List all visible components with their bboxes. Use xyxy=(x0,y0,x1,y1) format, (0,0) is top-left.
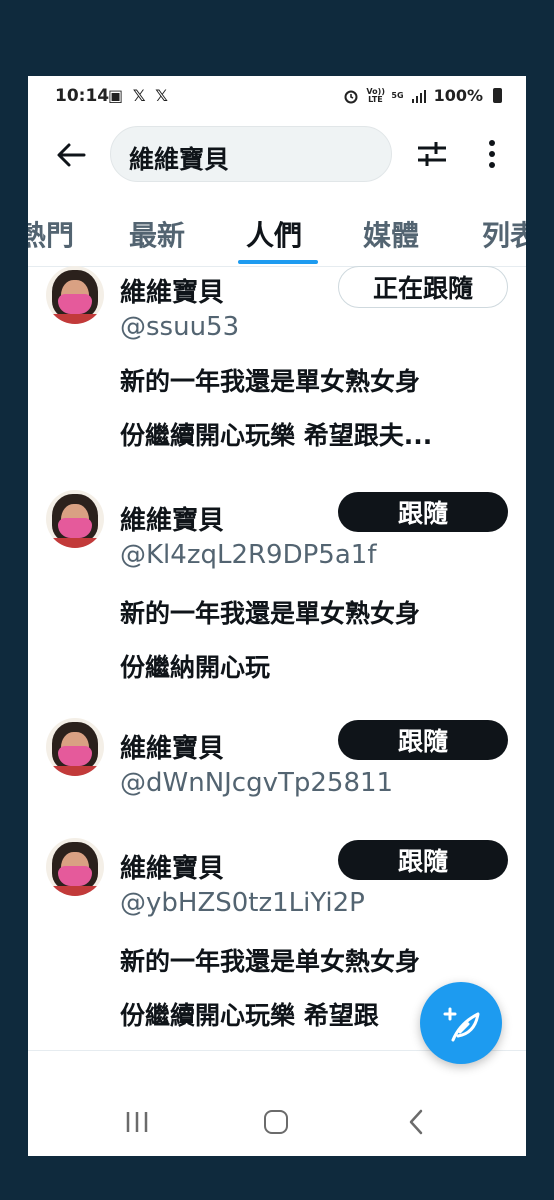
user-handle: @Kl4zqL2R9DP5a1f xyxy=(120,540,377,570)
user-bio-line: 新的一年我還是單女熟女身 xyxy=(120,367,421,396)
user-display-name: 維維寶貝 xyxy=(120,278,225,308)
avatar[interactable] xyxy=(46,266,104,324)
tab-latest[interactable]: 最新 xyxy=(129,214,185,254)
system-back-icon[interactable] xyxy=(406,1108,426,1136)
tab-top[interactable]: 熱門 xyxy=(28,214,74,254)
user-display-name: 維維寶貝 xyxy=(120,854,225,884)
battery-icon xyxy=(493,88,502,103)
user-handle: @ssuu53 xyxy=(120,312,240,342)
user-display-name: 維維寶貝 xyxy=(120,506,225,536)
status-time: 10:14 xyxy=(55,86,110,106)
user-bio-line: 新的一年我還是单女熱女身 xyxy=(120,947,421,976)
user-display-name: 維維寶貝 xyxy=(120,734,225,764)
status-right-icons: Vo)) LTE 5G 100% xyxy=(343,86,502,105)
follow-button[interactable]: 跟隨 xyxy=(338,492,508,532)
user-bio-line: 份繼續開心玩樂 希望跟 xyxy=(120,1001,379,1030)
battery-percent: 100% xyxy=(433,86,483,105)
compose-button[interactable] xyxy=(420,982,502,1064)
alarm-icon xyxy=(344,90,358,103)
compose-feather-icon xyxy=(443,1007,480,1042)
follow-button[interactable]: 跟隨 xyxy=(338,840,508,880)
network-type: 5G xyxy=(391,90,404,100)
avatar[interactable] xyxy=(46,838,104,896)
user-bio-line: 份繼納開心玩 xyxy=(120,653,271,682)
app-screen: 10:14 ▣ 𝕏 𝕏 Vo)) LTE 5G 100% 維維寶貝 熱門 最新 … xyxy=(28,76,526,1156)
search-input[interactable]: 維維寶貝 xyxy=(110,126,392,182)
back-arrow-icon[interactable] xyxy=(54,138,88,172)
recent-apps-icon[interactable] xyxy=(124,1110,150,1134)
signal-icon xyxy=(411,89,426,103)
active-tab-indicator xyxy=(238,260,318,264)
tab-lists[interactable]: 列表 xyxy=(482,214,526,254)
user-bio-line: 份繼續開心玩樂 希望跟夫... xyxy=(120,421,433,450)
avatar[interactable] xyxy=(46,718,104,776)
avatar[interactable] xyxy=(46,490,104,548)
tab-media[interactable]: 媒體 xyxy=(363,214,419,254)
search-tabs: 熱門 最新 人們 媒體 列表 xyxy=(28,196,526,267)
tab-people[interactable]: 人們 xyxy=(246,214,302,254)
volte-indicator: Vo)) LTE xyxy=(366,86,385,104)
status-bar: 10:14 ▣ 𝕏 𝕏 Vo)) LTE 5G 100% xyxy=(28,76,526,118)
filter-sliders-icon[interactable] xyxy=(414,136,450,172)
notification-icons: ▣ 𝕏 𝕏 xyxy=(108,86,171,105)
home-icon[interactable] xyxy=(264,1110,288,1134)
user-bio-line: 新的一年我還是單女熟女身 xyxy=(120,599,421,628)
following-button[interactable]: 正在跟隨 xyxy=(338,266,508,308)
system-nav-bar xyxy=(28,1088,526,1156)
more-vertical-icon[interactable] xyxy=(480,136,504,172)
search-query: 維維寶貝 xyxy=(129,145,230,174)
user-handle: @dWnNJcgvTp25811 xyxy=(120,768,394,798)
follow-button[interactable]: 跟隨 xyxy=(338,720,508,760)
user-handle: @ybHZS0tz1LiYi2P xyxy=(120,888,365,918)
